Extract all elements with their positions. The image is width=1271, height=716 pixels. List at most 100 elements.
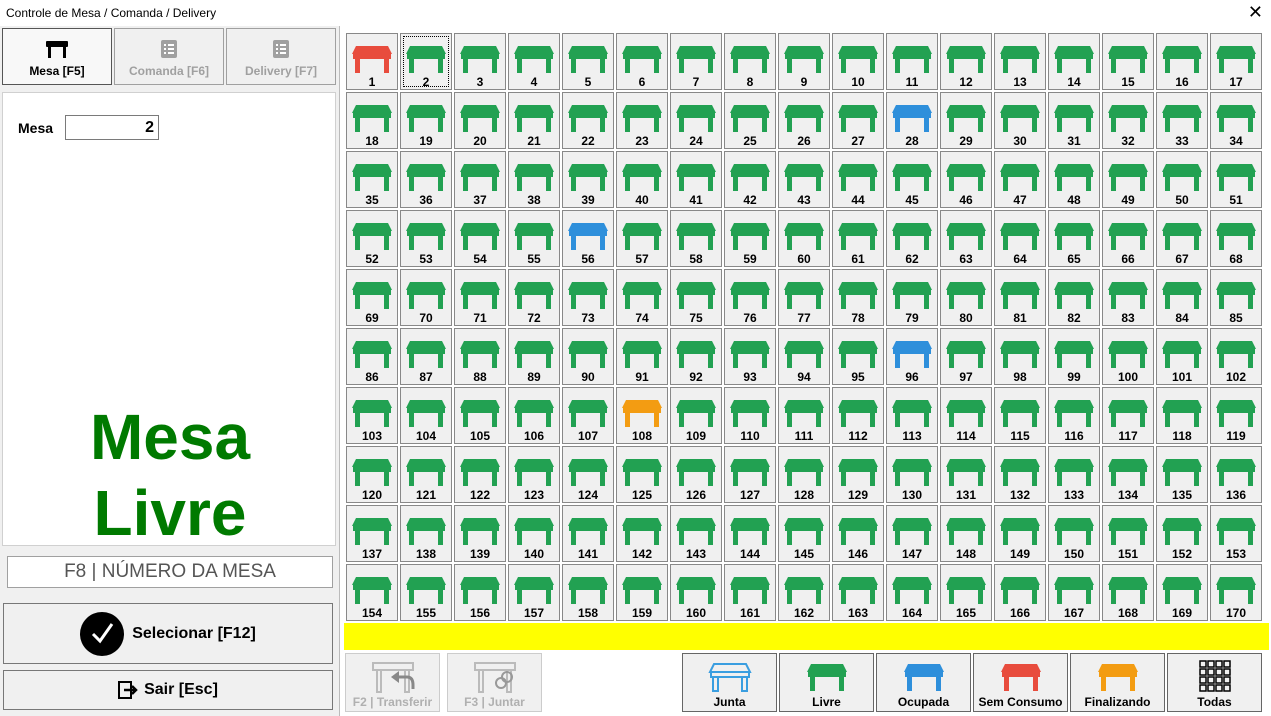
select-button[interactable]: Selecionar [F12]: [3, 603, 333, 664]
table-button[interactable]: 116: [1048, 387, 1100, 444]
filter-livre-button[interactable]: Livre: [779, 653, 874, 712]
table-button[interactable]: 37: [454, 151, 506, 208]
table-button[interactable]: 132: [994, 446, 1046, 503]
table-button[interactable]: 130: [886, 446, 938, 503]
table-button[interactable]: 53: [400, 210, 452, 267]
table-button[interactable]: 101: [1156, 328, 1208, 385]
table-button[interactable]: 49: [1102, 151, 1154, 208]
table-button[interactable]: 38: [508, 151, 560, 208]
table-button[interactable]: 143: [670, 505, 722, 562]
table-button[interactable]: 124: [562, 446, 614, 503]
table-button[interactable]: 152: [1156, 505, 1208, 562]
table-button[interactable]: 117: [1102, 387, 1154, 444]
table-button[interactable]: 77: [778, 269, 830, 326]
mesa-number-input[interactable]: [65, 115, 159, 140]
table-button[interactable]: 127: [724, 446, 776, 503]
table-button[interactable]: 88: [454, 328, 506, 385]
table-button[interactable]: 102: [1210, 328, 1262, 385]
table-button[interactable]: 5: [562, 33, 614, 90]
table-button[interactable]: 28: [886, 92, 938, 149]
join-button[interactable]: F3 | Juntar: [447, 653, 542, 712]
table-button[interactable]: 7: [670, 33, 722, 90]
table-button[interactable]: 32: [1102, 92, 1154, 149]
table-button[interactable]: 105: [454, 387, 506, 444]
table-button[interactable]: 156: [454, 564, 506, 621]
table-button[interactable]: 14: [1048, 33, 1100, 90]
filter-ocupada-button[interactable]: Ocupada: [876, 653, 971, 712]
table-button[interactable]: 22: [562, 92, 614, 149]
table-button[interactable]: 115: [994, 387, 1046, 444]
table-button[interactable]: 83: [1102, 269, 1154, 326]
table-button[interactable]: 10: [832, 33, 884, 90]
table-button[interactable]: 19: [400, 92, 452, 149]
table-button[interactable]: 63: [940, 210, 992, 267]
table-button[interactable]: 47: [994, 151, 1046, 208]
table-button[interactable]: 131: [940, 446, 992, 503]
table-button[interactable]: 160: [670, 564, 722, 621]
table-button[interactable]: 140: [508, 505, 560, 562]
table-button[interactable]: 80: [940, 269, 992, 326]
table-button[interactable]: 87: [400, 328, 452, 385]
table-button[interactable]: 122: [454, 446, 506, 503]
table-button[interactable]: 120: [346, 446, 398, 503]
table-button[interactable]: 158: [562, 564, 614, 621]
table-number-field[interactable]: F8 | NÚMERO DA MESA: [7, 556, 333, 588]
table-button[interactable]: 95: [832, 328, 884, 385]
table-button[interactable]: 69: [346, 269, 398, 326]
table-button[interactable]: 68: [1210, 210, 1262, 267]
table-button[interactable]: 165: [940, 564, 992, 621]
table-button[interactable]: 54: [454, 210, 506, 267]
table-button[interactable]: 23: [616, 92, 668, 149]
table-button[interactable]: 13: [994, 33, 1046, 90]
table-button[interactable]: 30: [994, 92, 1046, 149]
table-button[interactable]: 114: [940, 387, 992, 444]
table-button[interactable]: 65: [1048, 210, 1100, 267]
table-button[interactable]: 11: [886, 33, 938, 90]
table-button[interactable]: 51: [1210, 151, 1262, 208]
table-button[interactable]: 15: [1102, 33, 1154, 90]
table-button[interactable]: 96: [886, 328, 938, 385]
table-button[interactable]: 134: [1102, 446, 1154, 503]
close-icon[interactable]: ✕: [1248, 2, 1263, 22]
table-button[interactable]: 27: [832, 92, 884, 149]
table-button[interactable]: 36: [400, 151, 452, 208]
table-button[interactable]: 154: [346, 564, 398, 621]
table-button[interactable]: 94: [778, 328, 830, 385]
table-button[interactable]: 57: [616, 210, 668, 267]
table-button[interactable]: 141: [562, 505, 614, 562]
table-button[interactable]: 16: [1156, 33, 1208, 90]
table-button[interactable]: 89: [508, 328, 560, 385]
table-button[interactable]: 40: [616, 151, 668, 208]
table-button[interactable]: 31: [1048, 92, 1100, 149]
table-button[interactable]: 149: [994, 505, 1046, 562]
table-button[interactable]: 21: [508, 92, 560, 149]
table-button[interactable]: 167: [1048, 564, 1100, 621]
table-button[interactable]: 157: [508, 564, 560, 621]
table-button[interactable]: 112: [832, 387, 884, 444]
table-button[interactable]: 3: [454, 33, 506, 90]
table-button[interactable]: 104: [400, 387, 452, 444]
table-button[interactable]: 74: [616, 269, 668, 326]
table-button[interactable]: 20: [454, 92, 506, 149]
table-button[interactable]: 138: [400, 505, 452, 562]
table-button[interactable]: 168: [1102, 564, 1154, 621]
table-button[interactable]: 73: [562, 269, 614, 326]
table-button[interactable]: 166: [994, 564, 1046, 621]
table-button[interactable]: 161: [724, 564, 776, 621]
table-button[interactable]: 107: [562, 387, 614, 444]
table-button[interactable]: 44: [832, 151, 884, 208]
table-button[interactable]: 150: [1048, 505, 1100, 562]
table-button[interactable]: 170: [1210, 564, 1262, 621]
table-button[interactable]: 151: [1102, 505, 1154, 562]
table-button[interactable]: 164: [886, 564, 938, 621]
tab-delivery[interactable]: Delivery [F7]: [226, 28, 336, 85]
table-button[interactable]: 48: [1048, 151, 1100, 208]
table-button[interactable]: 71: [454, 269, 506, 326]
table-button[interactable]: 61: [832, 210, 884, 267]
table-button[interactable]: 91: [616, 328, 668, 385]
table-button[interactable]: 145: [778, 505, 830, 562]
table-button[interactable]: 60: [778, 210, 830, 267]
table-button[interactable]: 67: [1156, 210, 1208, 267]
table-button[interactable]: 126: [670, 446, 722, 503]
table-button[interactable]: 42: [724, 151, 776, 208]
